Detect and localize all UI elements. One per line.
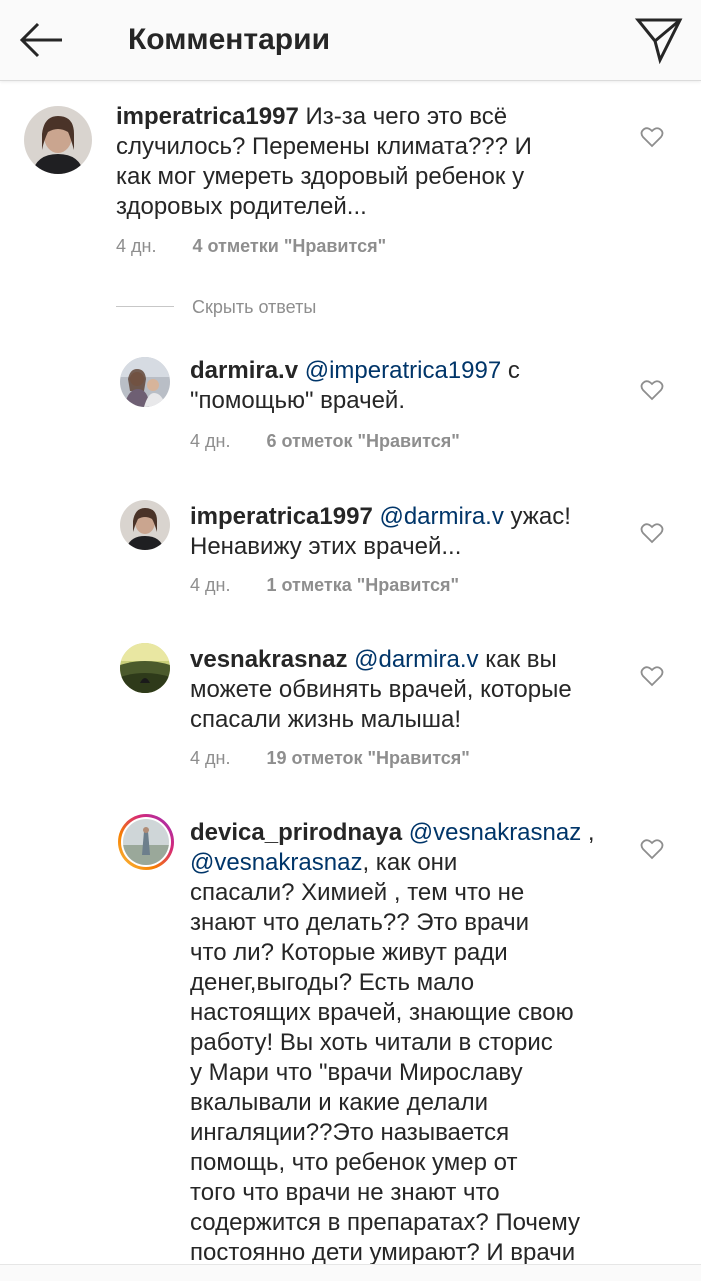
comment-likes[interactable]: 6 отметок "Нравится" [266,431,459,451]
comment-meta: 4 дн. 6 отметок "Нравится" [190,429,460,453]
like-button[interactable] [640,838,664,860]
comment-time: 4 дн. [116,236,157,256]
divider [116,306,174,307]
comment-likes[interactable]: 1 отметка "Нравится" [266,575,459,595]
avatar[interactable] [120,500,170,550]
comment-username[interactable]: imperatrica1997 [190,503,373,530]
page-title: Комментарии [128,23,331,56]
comment-time: 4 дн. [190,748,231,768]
avatar[interactable] [120,643,170,693]
mention-link[interactable]: @darmira.v [354,646,478,673]
comment-username[interactable]: imperatrica1997 [116,103,299,130]
comment-username[interactable]: darmira.v [190,357,298,384]
mention-link[interactable]: @darmira.v [379,503,503,530]
mention-link[interactable]: @vesnakrasnaz [409,819,581,846]
heart-outline-icon [640,839,664,860]
comment-text: darmira.v @imperatrica1997 с "помощью" в… [190,357,520,414]
heart-outline-icon [640,380,664,401]
like-button[interactable] [640,665,664,687]
paper-plane-icon [634,18,683,65]
arrow-left-icon [19,22,62,58]
comment-likes[interactable]: 4 отметки "Нравится" [192,236,386,256]
heart-outline-icon [640,666,664,687]
mention-link[interactable]: @imperatrica1997 [305,357,501,384]
back-button[interactable] [18,18,66,62]
mention-link[interactable]: @vesnakrasnaz [190,849,362,876]
like-button[interactable] [640,522,664,544]
comment-meta: 4 дн. 1 отметка "Нравится" [190,573,459,597]
comment-text: imperatrica1997 @darmira.v ужас! Ненавиж… [190,503,571,560]
avatar[interactable] [24,106,92,174]
comment-time: 4 дн. [190,431,231,451]
app-header: Комментарии [0,0,701,81]
avatar-story-ring[interactable] [118,814,174,870]
comment-meta: 4 дн. 19 отметок "Нравится" [190,746,470,770]
comment-time: 4 дн. [190,575,231,595]
comment-text: vesnakrasnaz @darmira.v как вы можете об… [190,646,572,733]
hide-replies-label: Скрыть ответы [192,297,317,317]
comment-meta: 4 дн. 4 отметки "Нравится" [116,234,386,258]
comment-likes[interactable]: 19 отметок "Нравится" [266,748,469,768]
comment-text: devica_prirodnaya @vesnakrasnaz , @vesna… [190,819,595,1266]
comment-text: imperatrica1997 Из-за чего это всё случи… [116,103,532,220]
heart-outline-icon [640,523,664,544]
heart-outline-icon [640,127,664,148]
avatar[interactable] [120,357,170,407]
like-button[interactable] [640,126,664,148]
send-button[interactable] [634,14,684,65]
comment-username[interactable]: devica_prirodnaya [190,819,402,846]
comment-username[interactable]: vesnakrasnaz [190,646,347,673]
bottom-bar [0,1264,701,1281]
like-button[interactable] [640,379,664,401]
avatar [121,817,171,867]
